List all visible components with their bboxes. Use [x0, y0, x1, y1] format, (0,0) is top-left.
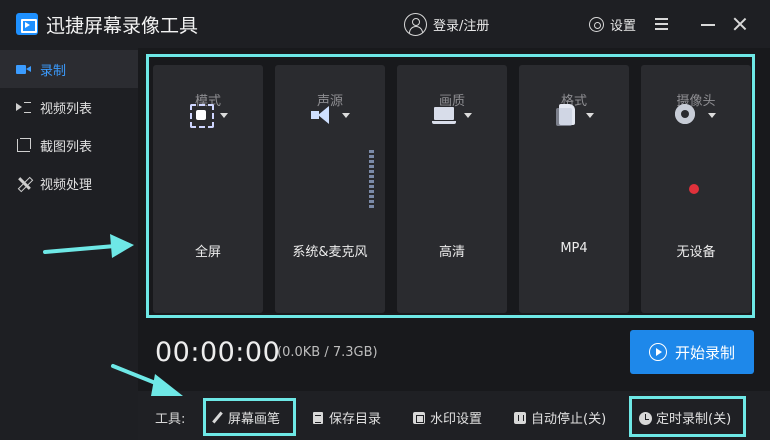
- quality-value: 高清: [438, 245, 465, 260]
- video-icon: [16, 62, 32, 76]
- format-value: MP4: [560, 241, 588, 256]
- settings-label: 设置: [610, 19, 637, 34]
- sidebar-item-label: 视频处理: [40, 177, 93, 193]
- login-button[interactable]: 登录/注册: [404, 12, 489, 36]
- format-card[interactable]: 格式 MP4: [519, 65, 629, 313]
- record-timer: 00:00:00: [155, 337, 281, 368]
- app-title: 迅捷屏幕录像工具: [46, 15, 199, 37]
- tool-icon: [16, 176, 32, 190]
- scheduled-recording-button[interactable]: 定时录制(关): [639, 408, 731, 427]
- quality-card[interactable]: 画质 高清: [397, 65, 507, 313]
- chevron-down-icon[interactable]: [220, 113, 228, 118]
- file-icon: [556, 104, 578, 126]
- menu-icon[interactable]: [652, 14, 672, 34]
- list-icon: [16, 100, 32, 114]
- login-label: 登录/注册: [433, 18, 490, 34]
- sidebar-item-video-list[interactable]: 视频列表: [0, 88, 138, 126]
- volume-level-bar[interactable]: [369, 150, 374, 208]
- settings-button[interactable]: 设置: [589, 15, 636, 34]
- gear-icon: [589, 17, 604, 32]
- watermark-label: 水印设置: [430, 412, 483, 427]
- clock-icon: [639, 411, 652, 425]
- start-recording-button[interactable]: 开始录制: [630, 330, 754, 374]
- sidebar-item-label: 截图列表: [40, 139, 93, 155]
- pause-icon: [514, 411, 526, 424]
- mode-card[interactable]: 模式 全屏: [153, 65, 263, 313]
- screen-pen-label: 屏幕画笔: [228, 412, 281, 427]
- start-recording-label: 开始录制: [674, 343, 735, 362]
- camera-icon: [675, 104, 697, 126]
- audio-value: 系统&麦克风: [292, 245, 368, 260]
- crop-icon: [16, 138, 32, 152]
- play-icon: [648, 343, 667, 361]
- speaker-icon: [311, 104, 333, 126]
- sidebar-item-label: 录制: [40, 63, 67, 79]
- save-directory-label: 保存目录: [329, 412, 382, 427]
- minimize-icon[interactable]: [698, 14, 718, 34]
- mode-value: 全屏: [194, 245, 221, 260]
- scheduled-recording-label: 定时录制(关): [656, 412, 732, 427]
- screen-pen-button[interactable]: 屏幕画笔: [211, 408, 280, 427]
- sidebar-item-record[interactable]: 录制: [0, 50, 138, 88]
- pen-icon: [211, 412, 223, 424]
- no-device-badge-icon: [689, 184, 699, 194]
- toolbar-label: 工具:: [155, 412, 186, 427]
- laptop-icon: [432, 104, 456, 126]
- chevron-down-icon[interactable]: [586, 113, 594, 118]
- fullscreen-icon: [190, 104, 214, 128]
- save-directory-button[interactable]: 保存目录: [312, 408, 381, 427]
- sidebar-item-video-processing[interactable]: 视频处理: [0, 164, 138, 202]
- auto-stop-button[interactable]: 自动停止(关): [514, 408, 606, 427]
- auto-stop-label: 自动停止(关): [531, 412, 607, 427]
- sidebar-item-label: 视频列表: [40, 101, 93, 117]
- close-icon[interactable]: [730, 14, 750, 34]
- chevron-down-icon[interactable]: [464, 113, 472, 118]
- file-size-readout: (0.0KB / 7.3GB): [277, 345, 378, 360]
- app-logo-icon: [16, 13, 38, 35]
- user-icon: [404, 12, 427, 36]
- sidebar-item-screenshot-list[interactable]: 截图列表: [0, 126, 138, 164]
- watermark-icon: [413, 411, 425, 424]
- camera-value: 无设备: [676, 245, 716, 260]
- chevron-down-icon[interactable]: [708, 113, 716, 118]
- folder-icon: [312, 411, 324, 424]
- chevron-down-icon[interactable]: [342, 113, 350, 118]
- watermark-settings-button[interactable]: 水印设置: [413, 408, 482, 427]
